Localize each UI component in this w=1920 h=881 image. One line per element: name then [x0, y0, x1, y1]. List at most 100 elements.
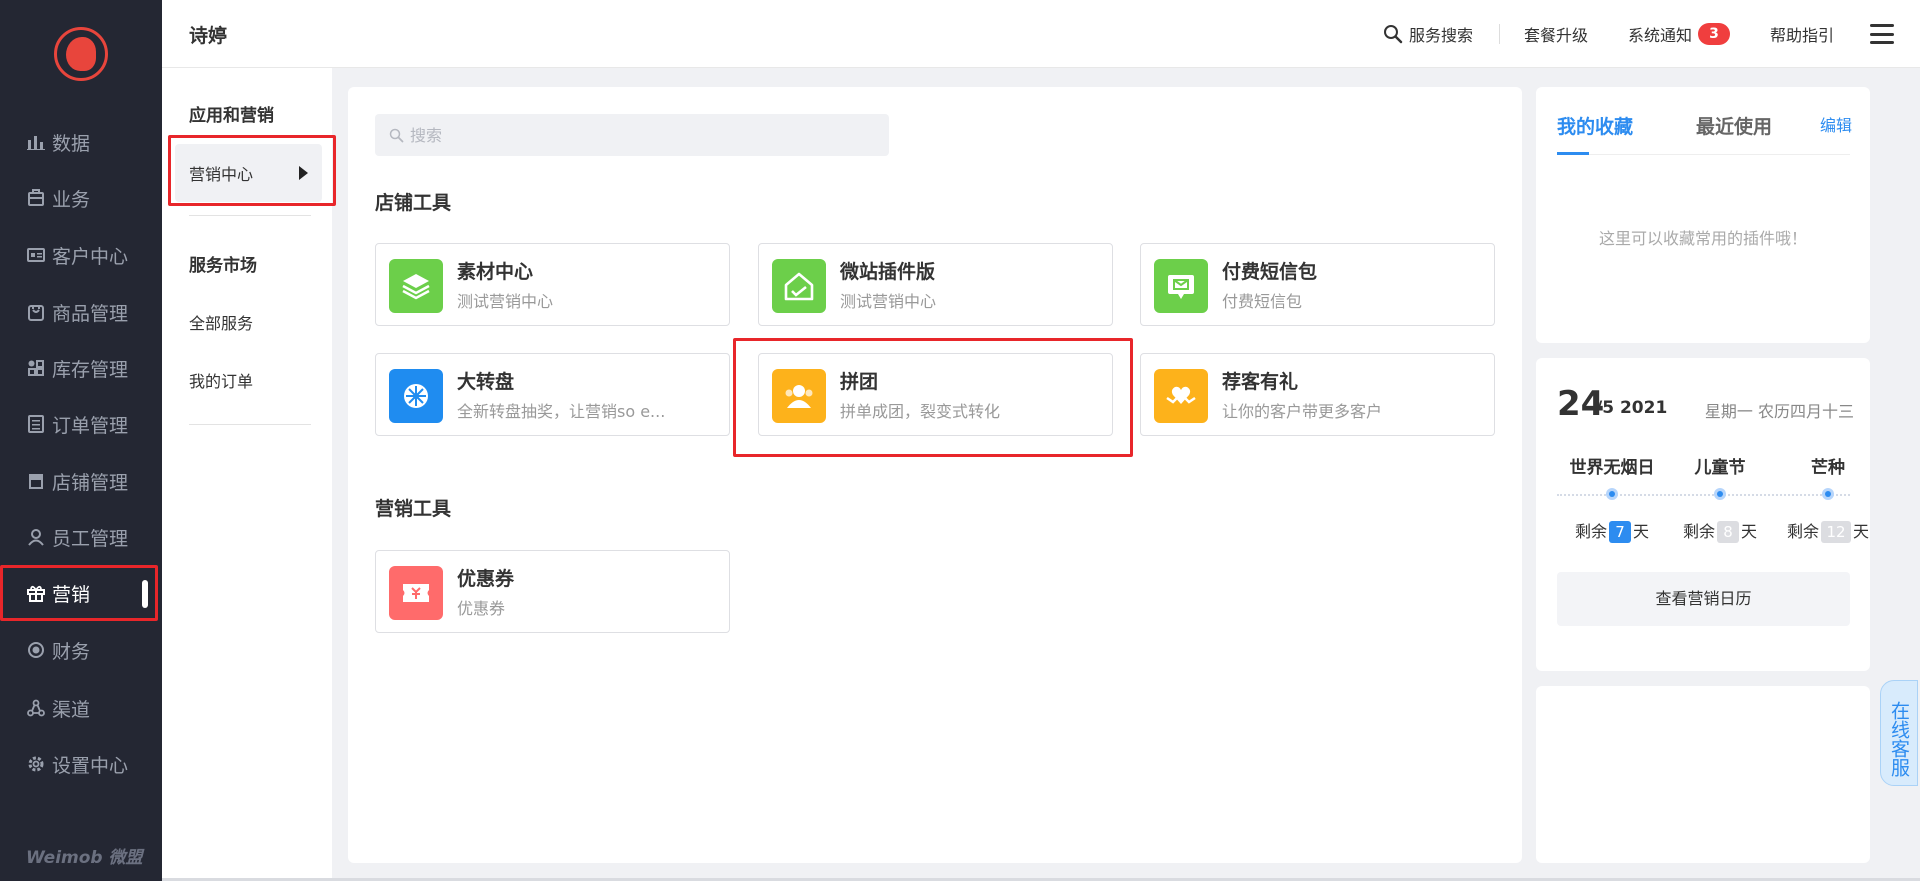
sidebar-item-customers[interactable]: 客户中心 — [0, 227, 162, 283]
edit-favorites-link[interactable]: 编辑 — [1820, 112, 1852, 136]
wheel-icon — [389, 369, 443, 423]
sidebar-item-label: 渠道 — [52, 698, 91, 721]
help-link[interactable]: 帮助指引 — [1770, 22, 1834, 46]
countdown-suffix: 天 — [1633, 522, 1650, 541]
tool-card-referral-gift[interactable]: 荐客有礼 让你的客户带更多客户 — [1140, 353, 1495, 436]
countdown-suffix: 天 — [1741, 522, 1758, 541]
countdown-days: 12 — [1821, 521, 1851, 543]
festival-name: 世界无烟日 — [1569, 458, 1655, 478]
plugin-search[interactable] — [375, 114, 889, 156]
topbar: 诗婷 服务搜索 套餐升级 系统通知 3 帮助指引 — [162, 0, 1920, 68]
channel-icon — [26, 698, 46, 718]
sidebar-item-label: 业务 — [52, 188, 91, 211]
brand-logo: Weimob 微盟 — [26, 848, 143, 868]
coin-icon — [26, 640, 46, 660]
sidebar-item-label: 库存管理 — [52, 358, 129, 381]
gear-icon — [26, 754, 46, 774]
tool-desc: 测试营销中心 — [840, 292, 937, 311]
main-content: 店铺工具 素材中心 测试营销中心 微站插件版 测试营销中心 付费短信包 付费短信… — [348, 87, 1522, 863]
tool-name: 素材中心 — [457, 261, 534, 283]
online-service-button[interactable]: 在线客服 — [1880, 680, 1918, 786]
view-marketing-calendar-button[interactable]: 查看营销日历 — [1557, 572, 1850, 626]
marketing-calendar-panel: 24 /5 2021 星期一 农历四月十三 世界无烟日 儿童节 芒种 剩余 7 天 … — [1536, 358, 1870, 671]
countdown-suffix: 天 — [1853, 522, 1870, 541]
active-tab-indicator — [1557, 152, 1589, 155]
tool-card-coupon[interactable]: 优惠券 优惠券 — [375, 550, 730, 633]
tool-desc: 优惠券 — [457, 599, 506, 618]
grid-icon — [26, 358, 46, 378]
notifications-link[interactable]: 系统通知 3 — [1628, 22, 1730, 46]
sidebar-item-marketing[interactable]: 营销 — [0, 565, 162, 621]
tool-desc: 付费短信包 — [1222, 292, 1303, 311]
sidebar: 数据 业务 客户中心 商品管理 库存管理 订单管理 店铺管理 员工管理 营销 财… — [0, 0, 162, 881]
sidebar-item-channels[interactable]: 渠道 — [0, 680, 162, 736]
tool-desc: 全新转盘抽奖，让营销so e... — [457, 402, 666, 421]
tab-my-favorites[interactable]: 我的收藏 — [1557, 112, 1633, 139]
subnav-item-all-services[interactable]: 全部服务 — [189, 310, 253, 334]
calendar-lunar-date: 星期一 农历四月十三 — [1704, 402, 1854, 421]
briefcase-icon — [26, 188, 46, 208]
calendar-month-year: /5 2021 — [1596, 398, 1668, 418]
sidebar-item-products[interactable]: 商品管理 — [0, 284, 162, 340]
timeline-dot — [1714, 488, 1726, 500]
logo[interactable] — [54, 27, 108, 81]
sidebar-item-staff[interactable]: 员工管理 — [0, 509, 162, 565]
notification-badge: 3 — [1697, 23, 1730, 45]
extra-panel — [1536, 686, 1870, 863]
active-indicator — [142, 580, 148, 608]
tool-desc: 测试营销中心 — [457, 292, 554, 311]
festival-countdown: 剩余 7 天 — [1552, 518, 1672, 543]
sidebar-item-inventory[interactable]: 库存管理 — [0, 340, 162, 396]
highlight-box — [0, 565, 158, 621]
festival-countdown: 剩余 12 天 — [1768, 518, 1888, 543]
divider — [1498, 24, 1500, 44]
search-input[interactable] — [410, 125, 850, 145]
upgrade-link[interactable]: 套餐升级 — [1524, 22, 1588, 46]
divider — [189, 424, 311, 425]
layers-icon — [389, 259, 443, 313]
tool-card-sms-package[interactable]: 付费短信包 付费短信包 — [1140, 243, 1495, 326]
sidebar-item-label: 数据 — [52, 132, 91, 155]
subnav-group-service-market: 服务市场 — [189, 256, 257, 276]
tool-name: 大转盘 — [457, 371, 515, 393]
logo-icon — [66, 37, 96, 71]
heart-icon — [1154, 369, 1208, 423]
tool-card-lucky-wheel[interactable]: 大转盘 全新转盘抽奖，让营销so e... — [375, 353, 730, 436]
sidebar-item-label: 员工管理 — [52, 527, 129, 550]
festival-name: 芒种 — [1811, 458, 1845, 478]
coupon-icon — [389, 566, 443, 620]
list-icon — [26, 414, 46, 434]
search-icon — [1383, 24, 1403, 44]
countdown-days: 8 — [1717, 521, 1739, 543]
tool-card-microsite-plugin[interactable]: 微站插件版 测试营销中心 — [758, 243, 1113, 326]
shop-name: 诗婷 — [189, 25, 228, 47]
bag-icon — [26, 302, 46, 322]
tool-name: 微站插件版 — [840, 261, 936, 283]
tool-card-material-center[interactable]: 素材中心 测试营销中心 — [375, 243, 730, 326]
favorites-panel: 我的收藏 最近使用 编辑 这里可以收藏常用的插件哦！ — [1536, 87, 1870, 343]
service-search-label: 服务搜索 — [1408, 26, 1473, 45]
sidebar-item-data[interactable]: 数据 — [0, 114, 162, 170]
search-icon — [389, 128, 404, 143]
sidebar-item-label: 订单管理 — [52, 414, 129, 437]
subnav-group-apps: 应用和营销 — [189, 106, 274, 126]
bar-chart-icon — [26, 132, 46, 152]
divider — [189, 215, 311, 216]
sidebar-item-label: 店铺管理 — [52, 471, 129, 494]
sidebar-item-label: 客户中心 — [52, 245, 129, 268]
person-icon — [26, 527, 46, 547]
tab-recently-used[interactable]: 最近使用 — [1696, 112, 1772, 139]
sidebar-item-label: 财务 — [52, 640, 91, 663]
sidebar-item-finance[interactable]: 财务 — [0, 622, 162, 678]
section-title-marketing-tools: 营销工具 — [375, 498, 452, 520]
subnav-item-my-orders[interactable]: 我的订单 — [189, 368, 253, 392]
service-search-button[interactable]: 服务搜索 — [1383, 22, 1473, 46]
sidebar-item-label: 商品管理 — [52, 302, 129, 325]
sidebar-item-settings[interactable]: 设置中心 — [0, 736, 162, 792]
sidebar-item-orders[interactable]: 订单管理 — [0, 396, 162, 452]
sidebar-item-business[interactable]: 业务 — [0, 170, 162, 226]
id-card-icon — [26, 245, 46, 265]
hamburger-menu-icon[interactable] — [1870, 24, 1894, 44]
sidebar-item-store[interactable]: 店铺管理 — [0, 453, 162, 509]
house-icon — [772, 259, 826, 313]
